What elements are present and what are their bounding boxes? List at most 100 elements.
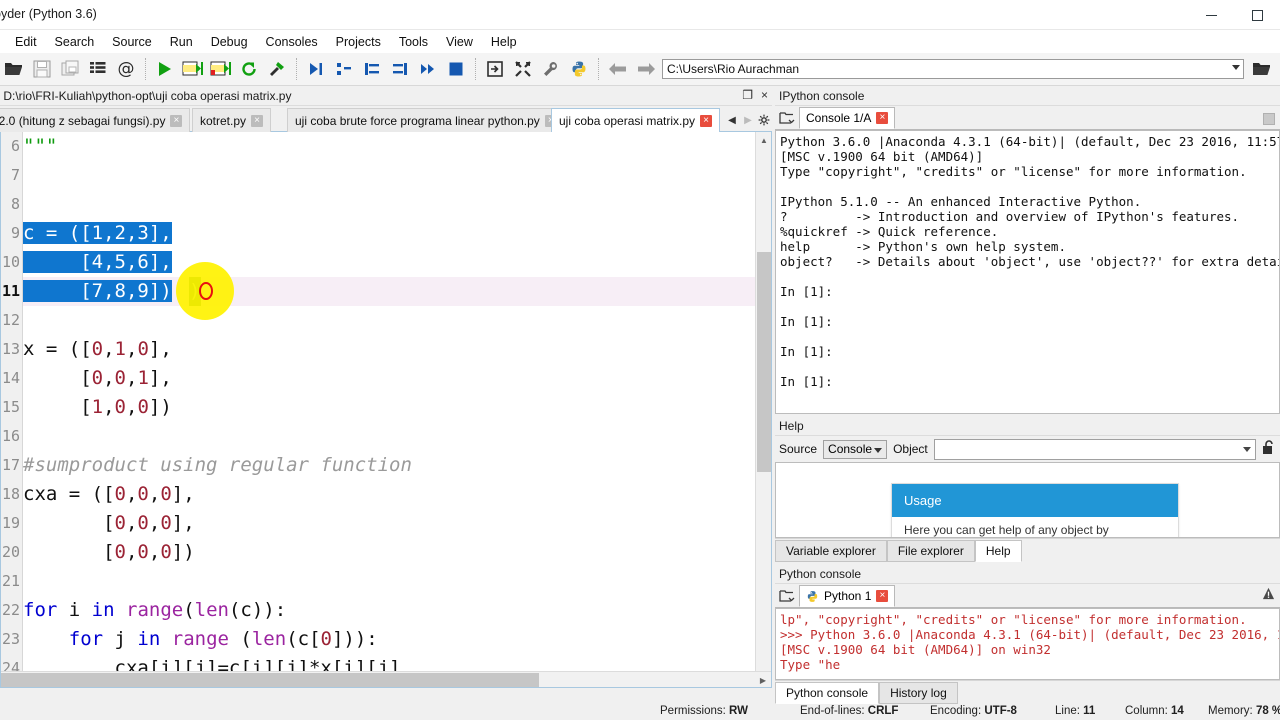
menu-view[interactable]: View — [437, 33, 482, 51]
line-number: 22 — [1, 601, 20, 619]
python-console-tab-python1[interactable]: Python 1 × — [799, 585, 896, 607]
editor-tab-3[interactable]: uji coba operasi matrix.py × — [551, 108, 721, 132]
python-path-manager-button[interactable] — [565, 55, 593, 83]
editor-tab-0[interactable]: ice 2.0 (hitung z sebagai fungsi).py × — [0, 108, 191, 132]
tab-close-icon[interactable]: × — [876, 590, 889, 602]
ipython-tab-console1a[interactable]: Console 1/A × — [799, 107, 896, 129]
help-source-select[interactable]: Console — [823, 439, 888, 459]
code-token-plain: [ — [23, 512, 115, 534]
help-toolbar: Source Console Object — [775, 436, 1280, 462]
code-line-13: x = ([0,1,0], — [23, 338, 172, 360]
tab-next-button[interactable]: ▶ — [740, 108, 756, 132]
editor-tab-label: kotret.py — [200, 113, 247, 128]
menu-run[interactable]: Run — [161, 33, 202, 51]
browse-folder-button[interactable] — [1248, 55, 1276, 83]
window-controls — [1188, 0, 1280, 30]
debug-step-into-button[interactable] — [358, 55, 386, 83]
menu-search[interactable]: Search — [46, 33, 104, 51]
code-text-area[interactable]: """ c = ([1,2,3], [4,5,6], [7,8,9]) x = … — [23, 132, 771, 687]
run-settings-icon — [270, 62, 284, 76]
new-console-button[interactable] — [775, 107, 799, 129]
debug-step-over-button[interactable] — [330, 55, 358, 83]
menu-bar: Edit Search Source Run Debug Consoles Pr… — [0, 30, 1280, 53]
gear-icon — [758, 114, 770, 126]
open-file-button[interactable] — [0, 55, 28, 83]
code-token-docstring: """ — [23, 135, 58, 157]
debug-continue-button[interactable] — [414, 55, 442, 83]
run-cell-advance-icon — [210, 61, 231, 76]
new-python-console-button[interactable] — [775, 585, 799, 607]
text-cursor-indicator — [199, 282, 213, 300]
spyder-window: pyder (Python 3.6) Edit Search Source Ru… — [0, 0, 1280, 720]
ipython-tab-row: Console 1/A × — [775, 106, 1280, 130]
ipython-output[interactable]: Python 3.6.0 |Anaconda 4.3.1 (64-bit)| (… — [775, 130, 1280, 414]
editor-tab-2[interactable]: uji coba brute force programa linear pyt… — [287, 108, 565, 132]
tab-variable-explorer[interactable]: Variable explorer — [775, 540, 887, 562]
run-cell-advance-button[interactable] — [207, 55, 235, 83]
code-line-14: [0,0,1], — [23, 367, 172, 389]
fullscreen-button[interactable] — [509, 55, 537, 83]
tab-history-log[interactable]: History log — [879, 682, 958, 704]
editor-tab-1[interactable]: kotret.py × — [192, 108, 272, 132]
menu-projects[interactable]: Projects — [327, 33, 390, 51]
help-lock-button[interactable] — [1262, 440, 1276, 458]
help-object-input[interactable] — [933, 438, 1256, 460]
save-file-button[interactable] — [28, 55, 56, 83]
tab-close-icon[interactable]: × — [700, 114, 713, 127]
back-button[interactable] — [604, 55, 632, 83]
line-number: 9 — [10, 224, 20, 242]
editor-vertical-scrollbar[interactable]: ▲ ▼ — [755, 132, 771, 687]
working-directory-input[interactable]: C:\Users\Rio Aurachman — [662, 59, 1244, 79]
menu-tools[interactable]: Tools — [390, 33, 437, 51]
forward-button[interactable] — [632, 55, 660, 83]
scroll-right-icon[interactable]: ▶ — [755, 672, 771, 687]
run-cell-button[interactable] — [179, 55, 207, 83]
chevron-down-icon[interactable] — [1232, 65, 1240, 70]
undock-icon[interactable]: ❐ — [742, 88, 753, 102]
scroll-up-icon[interactable]: ▲ — [756, 132, 771, 148]
python-console-warning[interactable] — [1262, 587, 1275, 603]
menu-edit[interactable]: Edit — [6, 33, 46, 51]
vertical-scroll-thumb[interactable] — [757, 252, 771, 472]
menu-source[interactable]: Source — [103, 33, 161, 51]
line-number: 18 — [1, 485, 20, 503]
horizontal-scroll-thumb[interactable] — [1, 673, 539, 687]
tab-python-console[interactable]: Python console — [775, 682, 880, 704]
tab-close-icon[interactable]: × — [170, 114, 183, 127]
close-icon[interactable]: × — [761, 88, 768, 102]
menu-help[interactable]: Help — [482, 33, 526, 51]
ipython-line — [780, 359, 1275, 374]
tab-prev-button[interactable]: ◀ — [724, 108, 740, 132]
file-list-button[interactable] — [84, 55, 112, 83]
tab-options-button[interactable] — [756, 108, 772, 132]
preferences-button[interactable] — [537, 55, 565, 83]
minimize-button[interactable] — [1188, 0, 1234, 30]
python-console-output[interactable]: lp", "copyright", "credits" or "license"… — [775, 608, 1280, 680]
ipython-line: object? -> Details about 'object', use '… — [780, 254, 1280, 269]
status-encoding: Encoding: UTF-8 — [930, 705, 1017, 717]
debug-step-into-icon — [365, 63, 379, 75]
menu-consoles[interactable]: Consoles — [257, 33, 327, 51]
tab-file-explorer[interactable]: File explorer — [886, 540, 975, 562]
line-number: 8 — [10, 195, 20, 213]
editor-horizontal-scrollbar[interactable]: ▶ — [1, 671, 771, 687]
code-line-9: c = ([1,2,3], — [23, 219, 172, 248]
tab-close-icon[interactable]: × — [876, 112, 889, 124]
save-all-button[interactable] — [56, 55, 84, 83]
status-encoding-value: UTF-8 — [984, 705, 1017, 717]
ipython-options-button[interactable] — [1263, 113, 1275, 125]
run-settings-button[interactable] — [263, 55, 291, 83]
debug-step-return-button[interactable] — [386, 55, 414, 83]
menu-debug[interactable]: Debug — [202, 33, 257, 51]
back-arrow-icon — [609, 63, 626, 75]
debug-file-button[interactable] — [302, 55, 330, 83]
run-file-button[interactable] — [151, 55, 179, 83]
debug-stop-button[interactable] — [442, 55, 470, 83]
re-run-cell-button[interactable] — [235, 55, 263, 83]
at-sign-button[interactable]: @ — [112, 55, 140, 83]
maximize-button[interactable] — [1234, 0, 1280, 30]
code-editor[interactable]: 6 7 8 9 10 11 12 13 14 15 16 17 18 19 20… — [0, 132, 772, 688]
tab-help[interactable]: Help — [974, 540, 1022, 562]
tab-close-icon[interactable]: × — [251, 114, 264, 127]
maximize-pane-button[interactable] — [481, 55, 509, 83]
